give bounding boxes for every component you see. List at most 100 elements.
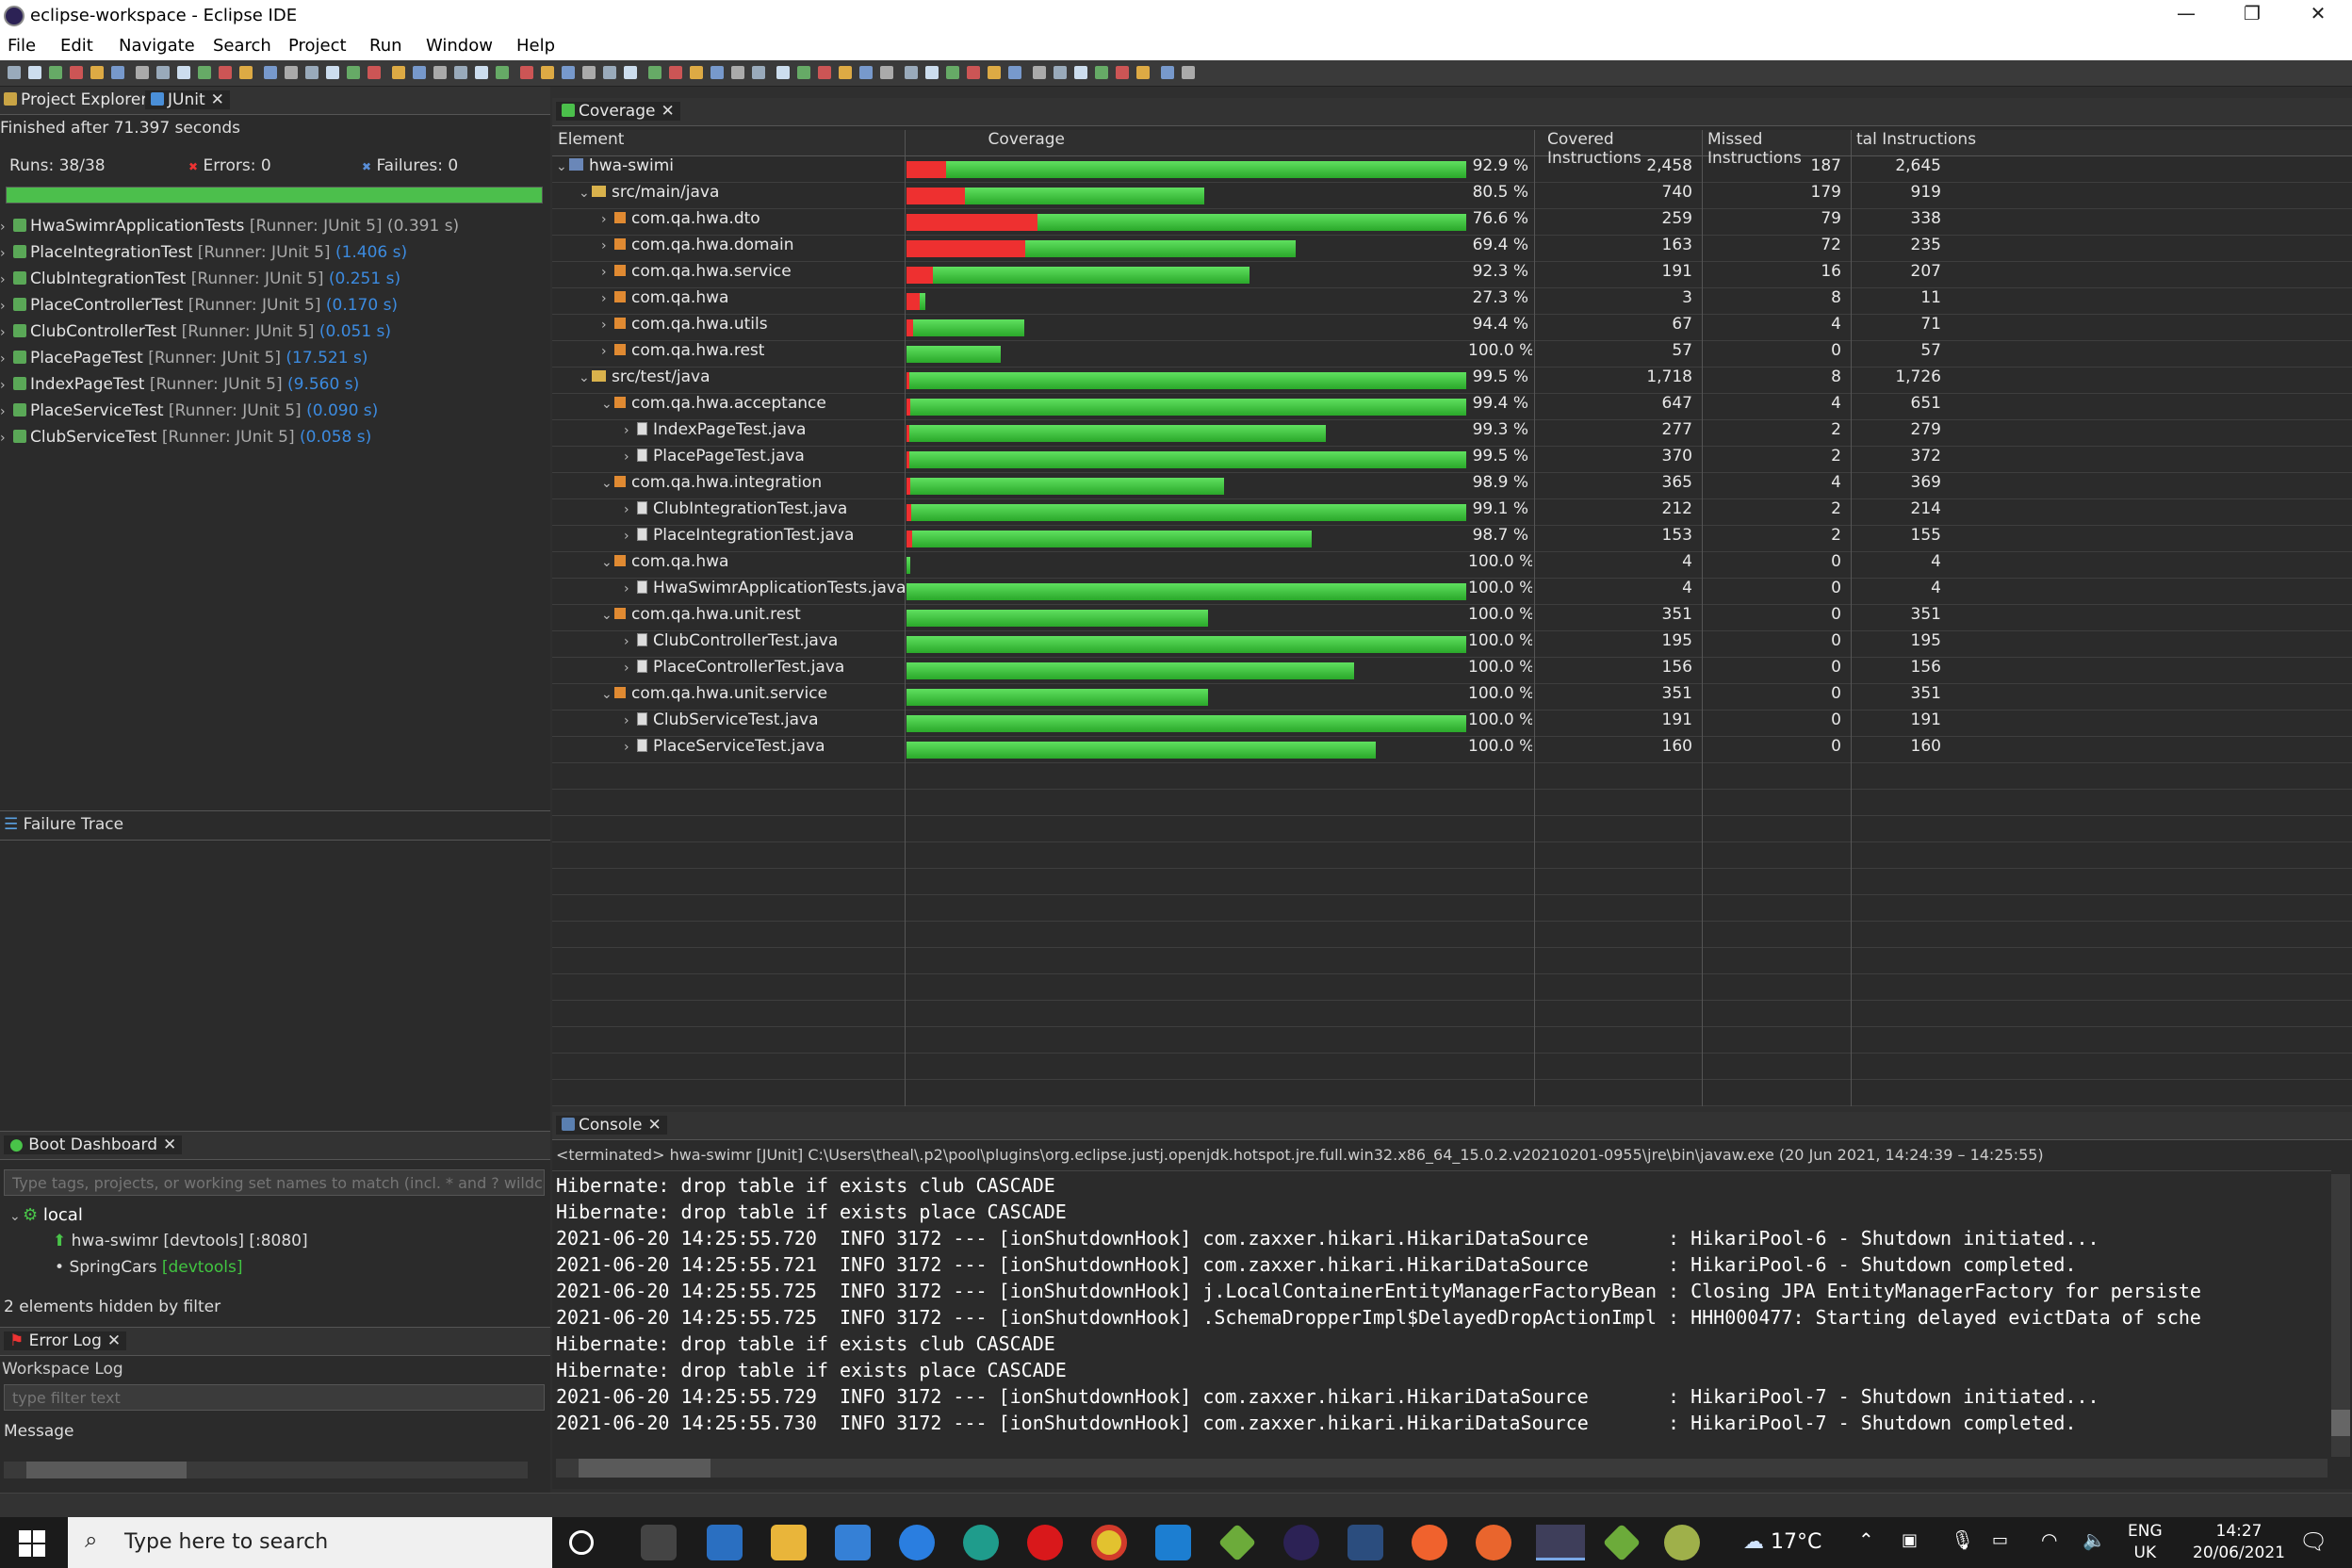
coverage-row-element[interactable]: › PlaceIntegrationTest.java <box>552 526 905 552</box>
chevron-down-icon[interactable]: ⌄ <box>9 1209 23 1224</box>
menu-navigate[interactable]: Navigate <box>119 36 195 56</box>
teamviewer-icon[interactable] <box>899 1525 935 1560</box>
errorlog-scrollbar[interactable] <box>4 1462 528 1478</box>
test-item[interactable]: › HwaSwimrApplicationTests [Runner: JUnit… <box>0 217 459 243</box>
toolbar-icon[interactable] <box>988 66 1001 79</box>
chevron-right-icon[interactable]: › <box>624 713 637 728</box>
toolbar-icon[interactable] <box>156 66 170 79</box>
test-item[interactable]: › PlacePageTest [Runner: JUnit 5] (17.521… <box>0 349 368 375</box>
toolbar-icon[interactable] <box>818 66 831 79</box>
coverage-row-element[interactable]: › com.qa.hwa <box>552 288 905 315</box>
coverage-row-element[interactable]: › com.qa.hwa.dto <box>552 209 905 236</box>
chevron-right-icon[interactable]: › <box>601 265 614 280</box>
coverage-row-element[interactable]: › HwaSwimrApplicationTests.java <box>552 579 905 605</box>
toolbar-icon[interactable] <box>1033 66 1046 79</box>
toolbar-icon[interactable] <box>198 66 211 79</box>
toolbar-icon[interactable] <box>219 66 232 79</box>
toolbar-icon[interactable] <box>496 66 509 79</box>
windows-start-icon[interactable] <box>19 1530 45 1557</box>
console-output[interactable]: Hibernate: drop table if exists club CAS… <box>556 1172 2328 1455</box>
chevron-up-icon[interactable]: ⌃ <box>1858 1528 1874 1551</box>
toolbar-icon[interactable] <box>731 66 744 79</box>
toolbar-icon[interactable] <box>475 66 488 79</box>
chevron-right-icon[interactable]: › <box>0 431 13 446</box>
chevron-right-icon[interactable]: › <box>624 502 637 517</box>
coverage-row-element[interactable]: › com.qa.hwa.service <box>552 262 905 288</box>
toolbar-icon[interactable] <box>305 66 318 79</box>
boot-app2-item[interactable]: • SpringCars [devtools] <box>55 1258 242 1277</box>
close-icon[interactable]: ✕ <box>107 1331 121 1350</box>
firefox-icon[interactable] <box>1476 1525 1511 1560</box>
tab-coverage[interactable]: Coverage ✕ <box>556 102 680 121</box>
toolbar-icon[interactable] <box>880 66 893 79</box>
tab-project-explorer[interactable]: Project Explorer <box>4 90 147 109</box>
test-item[interactable]: › ClubServiceTest [Runner: JUnit 5] (0.05… <box>0 428 371 454</box>
col-total[interactable]: tal Instructions <box>1851 130 2352 156</box>
coverage-row-element[interactable]: › IndexPageTest.java <box>552 420 905 447</box>
eclipse-taskbar-icon[interactable] <box>1283 1525 1319 1560</box>
toolbar-icon[interactable] <box>28 66 41 79</box>
mysql-workbench-icon[interactable] <box>1348 1525 1383 1560</box>
chevron-down-icon[interactable]: ⌄ <box>601 476 614 491</box>
col-missed[interactable]: Missed Instructions <box>1702 130 1851 168</box>
test-item[interactable]: › ClubIntegrationTest [Runner: JUnit 5] (… <box>0 270 400 296</box>
toolbar-icon[interactable] <box>520 66 533 79</box>
toolbar-icon[interactable] <box>669 66 682 79</box>
toolbar-icon[interactable] <box>326 66 339 79</box>
coverage-row-element[interactable]: › com.qa.hwa.utils <box>552 315 905 341</box>
toolbar-icon[interactable] <box>239 66 253 79</box>
toolbar-icon[interactable] <box>433 66 447 79</box>
chevron-down-icon[interactable]: ⌄ <box>601 687 614 702</box>
coverage-row-element[interactable]: › PlaceControllerTest.java <box>552 658 905 684</box>
chevron-down-icon[interactable]: ⌄ <box>601 397 614 412</box>
toolbar-icon[interactable] <box>177 66 190 79</box>
toolbar-icon[interactable] <box>1054 66 1067 79</box>
restore-button[interactable]: ❐ <box>2233 2 2271 30</box>
toolbar-icon[interactable] <box>413 66 426 79</box>
spring-tools-2-icon[interactable] <box>1602 1523 1642 1562</box>
chevron-right-icon[interactable]: › <box>624 423 637 438</box>
volume-icon[interactable]: 🔈 <box>2082 1528 2106 1551</box>
chevron-down-icon[interactable]: ⌄ <box>579 186 592 201</box>
chevron-right-icon[interactable]: › <box>0 325 13 340</box>
battery-icon[interactable]: ▭ <box>1992 1530 2008 1550</box>
toolbar-icon[interactable] <box>582 66 596 79</box>
menu-run[interactable]: Run <box>369 36 402 56</box>
store-icon[interactable] <box>707 1525 743 1560</box>
coverage-row-element[interactable]: › PlaceServiceTest.java <box>552 737 905 763</box>
close-icon[interactable]: ✕ <box>163 1135 176 1154</box>
test-item[interactable]: › PlaceServiceTest [Runner: JUnit 5] (0.0… <box>0 401 378 428</box>
toolbar-icon[interactable] <box>648 66 662 79</box>
toolbar-icon[interactable] <box>946 66 959 79</box>
test-item[interactable]: › PlaceIntegrationTest [Runner: JUnit 5] … <box>0 243 407 270</box>
close-window-button[interactable]: ✕ <box>2299 2 2337 30</box>
menu-help[interactable]: Help <box>516 36 555 56</box>
chevron-right-icon[interactable]: › <box>0 404 13 419</box>
scrollbar-thumb[interactable] <box>26 1462 187 1478</box>
toolbar-icon[interactable] <box>392 66 405 79</box>
eclipse-active-icon[interactable] <box>1536 1525 1585 1560</box>
coverage-row-element[interactable]: › ClubIntegrationTest.java <box>552 499 905 526</box>
toolbar-icon[interactable] <box>1074 66 1087 79</box>
scrollbar-thumb[interactable] <box>2331 1410 2350 1436</box>
toolbar-icon[interactable] <box>624 66 637 79</box>
console-vscrollbar[interactable] <box>2331 1174 2350 1457</box>
toolbar-icon[interactable] <box>90 66 104 79</box>
coverage-row-element[interactable]: ⌄ src/main/java <box>552 183 905 209</box>
chevron-right-icon[interactable]: › <box>624 581 637 596</box>
toolbar-icon[interactable] <box>1182 66 1195 79</box>
wifi-icon[interactable]: ◠ <box>2041 1528 2057 1551</box>
coverage-row-element[interactable]: › ClubServiceTest.java <box>552 710 905 737</box>
toolbar-icon[interactable] <box>1161 66 1174 79</box>
chevron-right-icon[interactable]: › <box>601 318 614 333</box>
coverage-row-element[interactable]: ⌄ hwa-swimi <box>552 156 905 183</box>
chevron-right-icon[interactable]: › <box>0 220 13 235</box>
tab-error-log[interactable]: ⚑ Error Log ✕ <box>4 1331 127 1350</box>
toolbar-icon[interactable] <box>1136 66 1150 79</box>
toolbar-icon[interactable] <box>562 66 575 79</box>
taskbar-search-box[interactable]: ⌕ Type here to search <box>68 1517 552 1568</box>
toolbar-icon[interactable] <box>541 66 554 79</box>
edge-icon[interactable] <box>963 1525 999 1560</box>
test-item[interactable]: › ClubControllerTest [Runner: JUnit 5] (0… <box>0 322 391 349</box>
mail-icon[interactable] <box>835 1525 871 1560</box>
